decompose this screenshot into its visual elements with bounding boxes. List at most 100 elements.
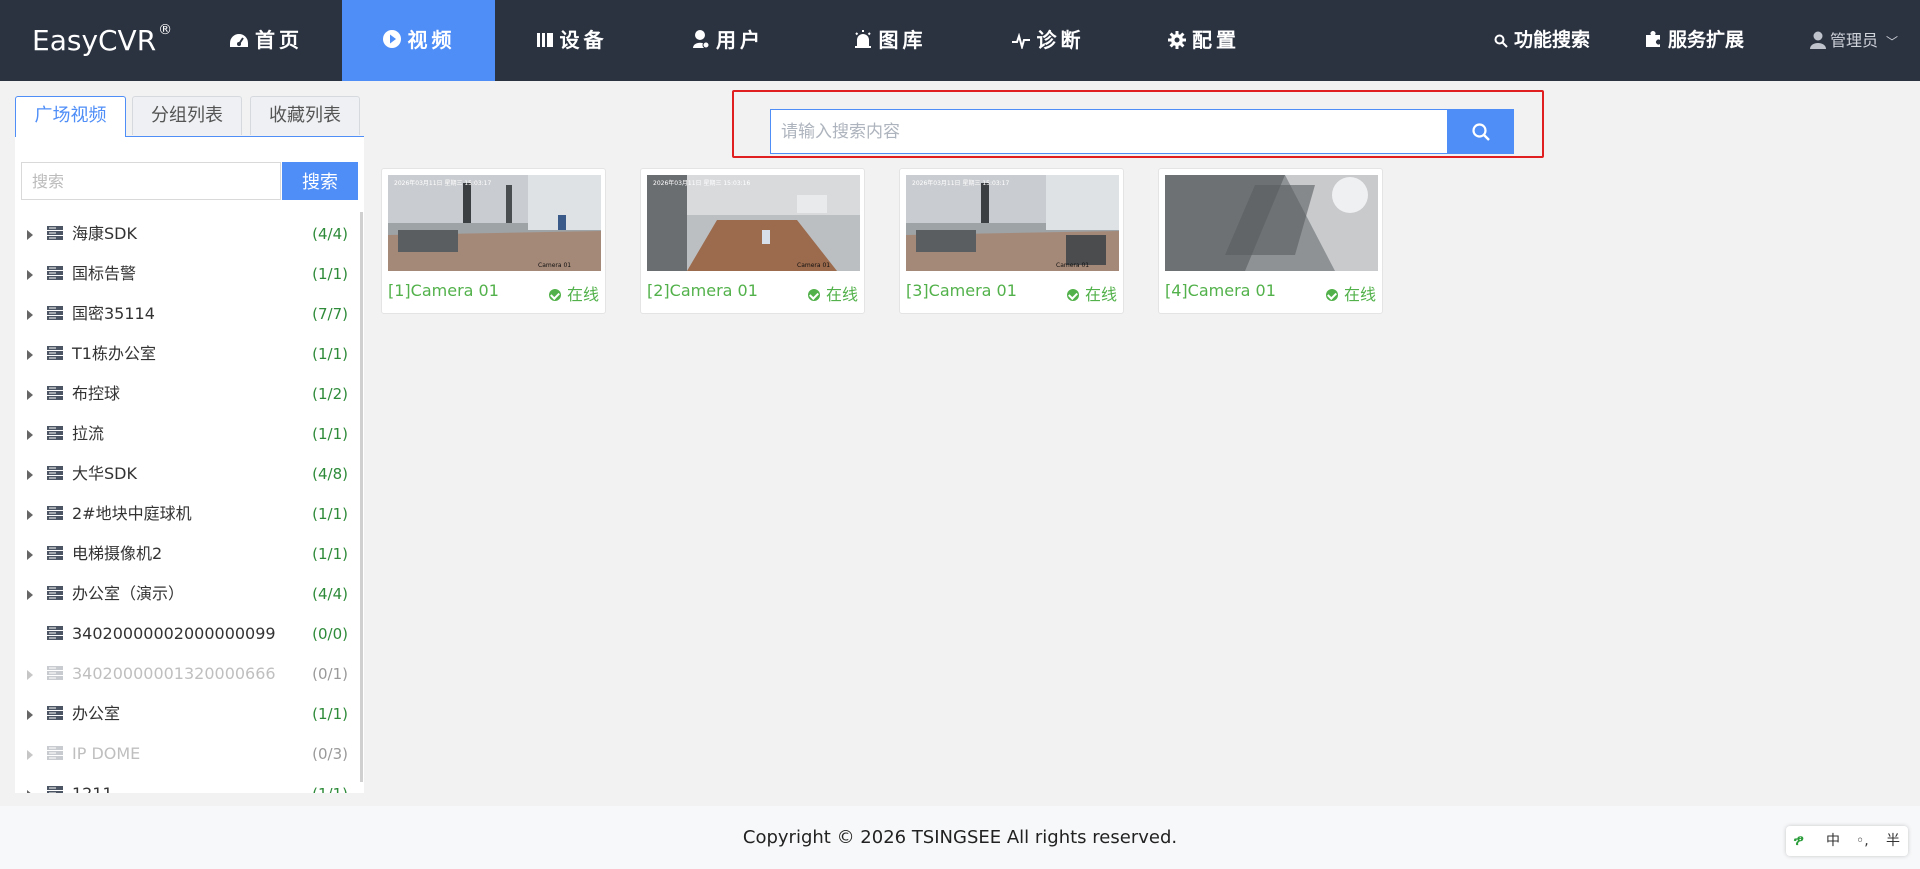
tree-node[interactable]: 国密35114 (7/7) [15, 294, 364, 334]
nav-item-gallery[interactable]: 图库 [808, 0, 971, 81]
device-server-icon [47, 226, 63, 240]
camera-thumbnail[interactable]: 2026年03月11日 星期三 15:03:17 Camera 01 [388, 175, 601, 271]
tree-node[interactable]: 办公室 (1/1) [15, 694, 364, 734]
sidebar-search-input[interactable] [21, 162, 281, 200]
expand-arrow-icon[interactable] [27, 350, 33, 360]
nav-label: 图库 [878, 28, 927, 52]
camera-thumbnail[interactable]: 2026年03月11日 星期三 15:03:17 Camera 01 [906, 175, 1119, 271]
ime-width-toggle[interactable]: 半 [1886, 826, 1900, 856]
tree-node[interactable]: 办公室（演示） (4/4) [15, 574, 364, 614]
tab-favorite-list[interactable]: 收藏列表 [250, 96, 360, 135]
feature-search-button[interactable]: 功能搜索 [1494, 0, 1590, 81]
nav-item-home[interactable]: 首页 [190, 0, 342, 81]
expand-arrow-icon[interactable] [27, 470, 33, 480]
status-badge: 在线 [548, 281, 599, 305]
tree-node[interactable]: 34020000001320000666 (0/1) [15, 654, 364, 694]
check-circle-icon [807, 289, 820, 301]
dashboard-icon [230, 34, 248, 47]
ime-logo-icon[interactable]: ፇ [1794, 826, 1804, 856]
tree-node[interactable]: 34020000002000000099 (0/0) [15, 614, 364, 654]
device-server-icon [47, 746, 63, 760]
tree-node-count: (1/1) [312, 774, 348, 793]
expand-arrow-icon[interactable] [27, 710, 33, 720]
search-icon [1471, 122, 1490, 141]
service-extension-button[interactable]: 服务扩展 [1644, 0, 1744, 81]
expand-arrow-icon[interactable] [27, 430, 33, 440]
nav-item-user[interactable]: 用户 [648, 0, 808, 81]
expand-arrow-icon[interactable] [27, 510, 33, 520]
status-text: 在线 [566, 285, 599, 304]
main-search-input[interactable] [770, 109, 1448, 154]
expand-arrow-icon[interactable] [27, 310, 33, 320]
brand-mark: ® [158, 22, 173, 38]
tree-node[interactable]: 海康SDK (4/4) [15, 214, 364, 254]
expand-arrow-icon[interactable] [27, 270, 33, 280]
user-icon [693, 30, 710, 49]
nav-label: 用户 [716, 28, 764, 52]
camera-title[interactable]: [2]Camera 01 [647, 281, 758, 300]
sidebar-search-button[interactable]: 搜索 [282, 162, 358, 200]
tree-node-label: 办公室（演示） [72, 584, 185, 603]
gear-icon [1168, 31, 1186, 49]
chevron-down-icon: ﹀ [1886, 35, 1899, 49]
expand-arrow-icon[interactable] [27, 590, 33, 600]
tree-node-count: (1/1) [312, 705, 348, 723]
ime-punct-toggle[interactable]: ◦, [1856, 826, 1869, 856]
tree-node[interactable]: 1211 (1/1) [15, 774, 364, 793]
ime-toolbar[interactable]: ፇ 中 ◦, 半 [1786, 826, 1908, 856]
device-sidebar: 广场视频 分组列表 收藏列表 搜索 海康SDK (4/4) 国标告警 (1/1) 国密3… [15, 96, 364, 793]
tree-node-label: 办公室 [72, 704, 121, 723]
tree-node[interactable]: 国标告警 (1/1) [15, 254, 364, 294]
camera-card[interactable]: 2026年03月11日 星期三 15:03:17 Camera 01 [1]Ca… [381, 168, 606, 314]
device-server-icon [47, 506, 63, 520]
camera-card[interactable]: 2026年03月11日 星期三 15:03:17 Camera 01 [3]Ca… [899, 168, 1124, 314]
tree-node[interactable]: 拉流 (1/1) [15, 414, 364, 454]
nav-item-config[interactable]: 配置 [1124, 0, 1284, 81]
tab-plaza-video[interactable]: 广场视频 [15, 96, 126, 137]
camera-thumbnail[interactable]: 2026年03月11日 星期三 15:03:16 Camera 01 [647, 175, 860, 271]
tree-node[interactable]: 2#地块中庭球机 (1/1) [15, 494, 364, 534]
tab-group-list[interactable]: 分组列表 [132, 96, 242, 135]
camera-thumbnail[interactable] [1165, 175, 1378, 271]
camera-title[interactable]: [4]Camera 01 [1165, 281, 1276, 300]
nav-item-video[interactable]: 视频 [342, 0, 495, 81]
tree-node[interactable]: 大华SDK (4/8) [15, 454, 364, 494]
camera-card[interactable]: 2026年03月11日 星期三 15:03:16 Camera 01 [2]Ca… [640, 168, 865, 314]
camera-title[interactable]: [1]Camera 01 [388, 281, 499, 300]
tree-node-count: (1/2) [312, 385, 348, 403]
expand-arrow-icon[interactable] [27, 230, 33, 240]
tree-node-label: 布控球 [72, 384, 121, 403]
tree-node[interactable]: 布控球 (1/2) [15, 374, 364, 414]
tree-node-label: 国密35114 [72, 304, 155, 323]
tree-node-count: (0/3) [312, 745, 348, 763]
tree-node-label: 34020000002000000099 [72, 624, 276, 643]
camera-title[interactable]: [3]Camera 01 [906, 281, 1017, 300]
expand-arrow-icon[interactable] [27, 390, 33, 400]
tree-node-label: IP DOME [72, 744, 141, 763]
status-text: 在线 [1084, 285, 1117, 304]
expand-arrow-icon[interactable] [27, 550, 33, 560]
brand-logo[interactable]: EasyCVR ® [32, 0, 172, 81]
feature-search-label: 功能搜索 [1514, 29, 1591, 51]
nav-item-diagnose[interactable]: 诊断 [971, 0, 1124, 81]
ime-lang-toggle[interactable]: 中 [1826, 826, 1840, 856]
copyright-text: Copyright © 2026 TSINGSEE All rights res… [742, 827, 1178, 848]
device-server-icon [47, 666, 63, 680]
nav-item-device[interactable]: 设备 [495, 0, 648, 81]
tree-node-count: (1/1) [312, 425, 348, 443]
expand-arrow-icon[interactable] [27, 750, 33, 760]
tree-node-count: (4/4) [312, 225, 348, 243]
tree-node[interactable]: 电梯摄像机2 (1/1) [15, 534, 364, 574]
tree-node-count: (4/4) [312, 585, 348, 603]
tree-node-label: 大华SDK [72, 464, 137, 483]
sidebar-scrollbar[interactable] [360, 212, 363, 782]
tree-node[interactable]: T1栋办公室 (1/1) [15, 334, 364, 374]
tree-node[interactable]: IP DOME (0/3) [15, 734, 364, 774]
camera-card[interactable]: [4]Camera 01 在线 [1158, 168, 1383, 314]
expand-arrow-icon[interactable] [27, 670, 33, 680]
main-search-button[interactable] [1447, 109, 1514, 154]
expand-arrow-icon[interactable] [27, 790, 33, 793]
tree-node-count: (4/8) [312, 465, 348, 483]
brand-name: EasyCVR [32, 24, 157, 57]
user-menu[interactable]: 管理员 ﹀ [1810, 0, 1898, 81]
